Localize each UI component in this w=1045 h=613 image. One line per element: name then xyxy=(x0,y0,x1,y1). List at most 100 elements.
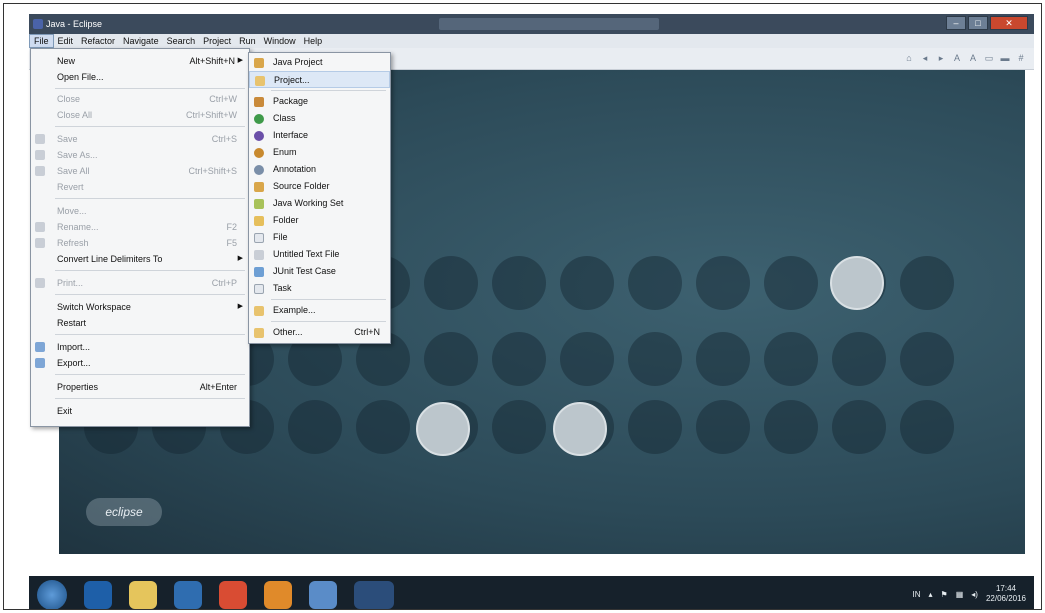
new-interface[interactable]: Interface xyxy=(249,127,390,144)
menu-item-rename[interactable]: Rename... F2 xyxy=(31,219,249,235)
tray-arrow-icon[interactable]: ▴ xyxy=(929,590,933,599)
menu-item-save-as[interactable]: Save As... xyxy=(31,147,249,163)
network-icon[interactable]: ▦ xyxy=(956,590,964,599)
samples-icon[interactable] xyxy=(416,402,470,456)
close-button[interactable]: ✕ xyxy=(990,16,1028,30)
new-project[interactable]: Project... xyxy=(249,71,390,88)
new-java-working-set[interactable]: Java Working Set xyxy=(249,195,390,212)
menu-item-exit[interactable]: Exit xyxy=(31,403,249,419)
menu-item-open-file[interactable]: Open File... xyxy=(31,69,249,85)
menu-item-switch-workspace[interactable]: Switch Workspace ▶ xyxy=(31,299,249,315)
overview-icon[interactable] xyxy=(830,256,884,310)
new-submenu: Java Project Project... Package Class In… xyxy=(248,52,391,344)
new-junit-test-case[interactable]: JUnit Test Case xyxy=(249,263,390,280)
forward-icon[interactable]: ▸ xyxy=(936,53,946,63)
window-title: Java - Eclipse xyxy=(46,19,103,29)
menu-item-convert-line-delimiters[interactable]: Convert Line Delimiters To ▶ xyxy=(31,251,249,267)
background-circle xyxy=(628,332,682,386)
menu-item-close[interactable]: Close Ctrl+W xyxy=(31,91,249,107)
tutorials-icon[interactable] xyxy=(553,402,607,456)
new-folder[interactable]: Folder xyxy=(249,212,390,229)
background-circle xyxy=(424,256,478,310)
eclipse-taskbar-icon[interactable] xyxy=(354,581,394,609)
minimize-button[interactable]: – xyxy=(946,16,966,30)
menu-project[interactable]: Project xyxy=(199,34,235,48)
menu-separator xyxy=(271,321,386,322)
submenu-arrow-icon: ▶ xyxy=(237,255,243,262)
menu-item-new[interactable]: New Alt+Shift+N ▶ xyxy=(31,53,249,69)
restore-icon[interactable]: ▭ xyxy=(984,53,994,63)
example-icon xyxy=(254,306,264,316)
menu-item-save-all[interactable]: Save All Ctrl+Shift+S xyxy=(31,163,249,179)
home-icon[interactable]: ⌂ xyxy=(904,53,914,63)
flag-icon[interactable]: ⚑ xyxy=(941,590,948,599)
chrome-icon[interactable] xyxy=(219,581,247,609)
maximize-button[interactable]: □ xyxy=(968,16,988,30)
volume-icon[interactable]: ◂) xyxy=(971,590,978,599)
project-icon xyxy=(255,76,265,86)
java-project-icon xyxy=(254,58,264,68)
new-enum[interactable]: Enum xyxy=(249,144,390,161)
menu-help[interactable]: Help xyxy=(300,34,327,48)
language-indicator[interactable]: IN xyxy=(913,590,921,599)
menu-refactor[interactable]: Refactor xyxy=(77,34,119,48)
new-annotation[interactable]: Annotation xyxy=(249,161,390,178)
menu-separator xyxy=(55,126,245,127)
menu-navigate[interactable]: Navigate xyxy=(119,34,163,48)
menu-run[interactable]: Run xyxy=(235,34,260,48)
new-untitled-text-file[interactable]: Untitled Text File xyxy=(249,246,390,263)
menu-item-print[interactable]: Print... Ctrl+P xyxy=(31,275,249,291)
new-file[interactable]: File xyxy=(249,229,390,246)
font-larger-icon[interactable]: A xyxy=(968,53,978,63)
menu-separator xyxy=(55,374,245,375)
menu-item-move[interactable]: Move... xyxy=(31,203,249,219)
back-icon[interactable]: ◂ xyxy=(920,53,930,63)
minimize-view-icon[interactable]: ▬ xyxy=(1000,53,1010,63)
package-icon xyxy=(254,97,264,107)
new-package[interactable]: Package xyxy=(249,93,390,110)
new-source-folder[interactable]: Source Folder xyxy=(249,178,390,195)
menu-window[interactable]: Window xyxy=(260,34,300,48)
explorer-icon[interactable] xyxy=(129,581,157,609)
screenshot-frame: Java - Eclipse – □ ✕ File Edit Refactor … xyxy=(3,3,1042,610)
menu-item-close-all[interactable]: Close All Ctrl+Shift+W xyxy=(31,107,249,123)
background-circle xyxy=(492,332,546,386)
menu-edit[interactable]: Edit xyxy=(54,34,78,48)
new-example[interactable]: Example... xyxy=(249,302,390,319)
eclipse-app-icon xyxy=(33,19,43,29)
menu-separator xyxy=(55,88,245,89)
menu-item-properties[interactable]: Properties Alt+Enter xyxy=(31,379,249,395)
firefox-icon[interactable] xyxy=(264,581,292,609)
save-icon xyxy=(35,134,45,144)
annotation-icon xyxy=(254,165,264,175)
background-circle xyxy=(900,332,954,386)
ie-icon[interactable] xyxy=(84,581,112,609)
menu-item-export[interactable]: Export... xyxy=(31,355,249,371)
print-icon xyxy=(35,278,45,288)
clock[interactable]: 17:44 22/06/2016 xyxy=(986,584,1026,604)
menu-item-import[interactable]: Import... xyxy=(31,339,249,355)
menu-separator xyxy=(55,334,245,335)
file-menu-dropdown: New Alt+Shift+N ▶ Open File... Close Ctrl+W… xyxy=(30,48,250,427)
other-wizard-icon xyxy=(254,328,264,338)
app-icon[interactable] xyxy=(309,581,337,609)
menu-search[interactable]: Search xyxy=(163,34,200,48)
media-player-icon[interactable] xyxy=(174,581,202,609)
start-button[interactable] xyxy=(37,580,67,609)
menu-item-save[interactable]: Save Ctrl+S xyxy=(31,131,249,147)
menu-item-restart[interactable]: Restart xyxy=(31,315,249,331)
menu-item-refresh[interactable]: Refresh F5 xyxy=(31,235,249,251)
rename-icon xyxy=(35,222,45,232)
menu-item-revert[interactable]: Revert xyxy=(31,179,249,195)
new-other[interactable]: Other... Ctrl+N xyxy=(249,324,390,341)
submenu-arrow-icon: ▶ xyxy=(237,303,243,310)
background-circle xyxy=(628,256,682,310)
font-smaller-icon[interactable]: A xyxy=(952,53,962,63)
new-class[interactable]: Class xyxy=(249,110,390,127)
clock-time: 17:44 xyxy=(995,584,1016,593)
background-circle xyxy=(764,332,818,386)
new-java-project[interactable]: Java Project xyxy=(249,54,390,71)
menu-file[interactable]: File xyxy=(29,34,54,48)
maximize-view-icon[interactable]: # xyxy=(1016,53,1026,63)
new-task[interactable]: Task xyxy=(249,280,390,297)
